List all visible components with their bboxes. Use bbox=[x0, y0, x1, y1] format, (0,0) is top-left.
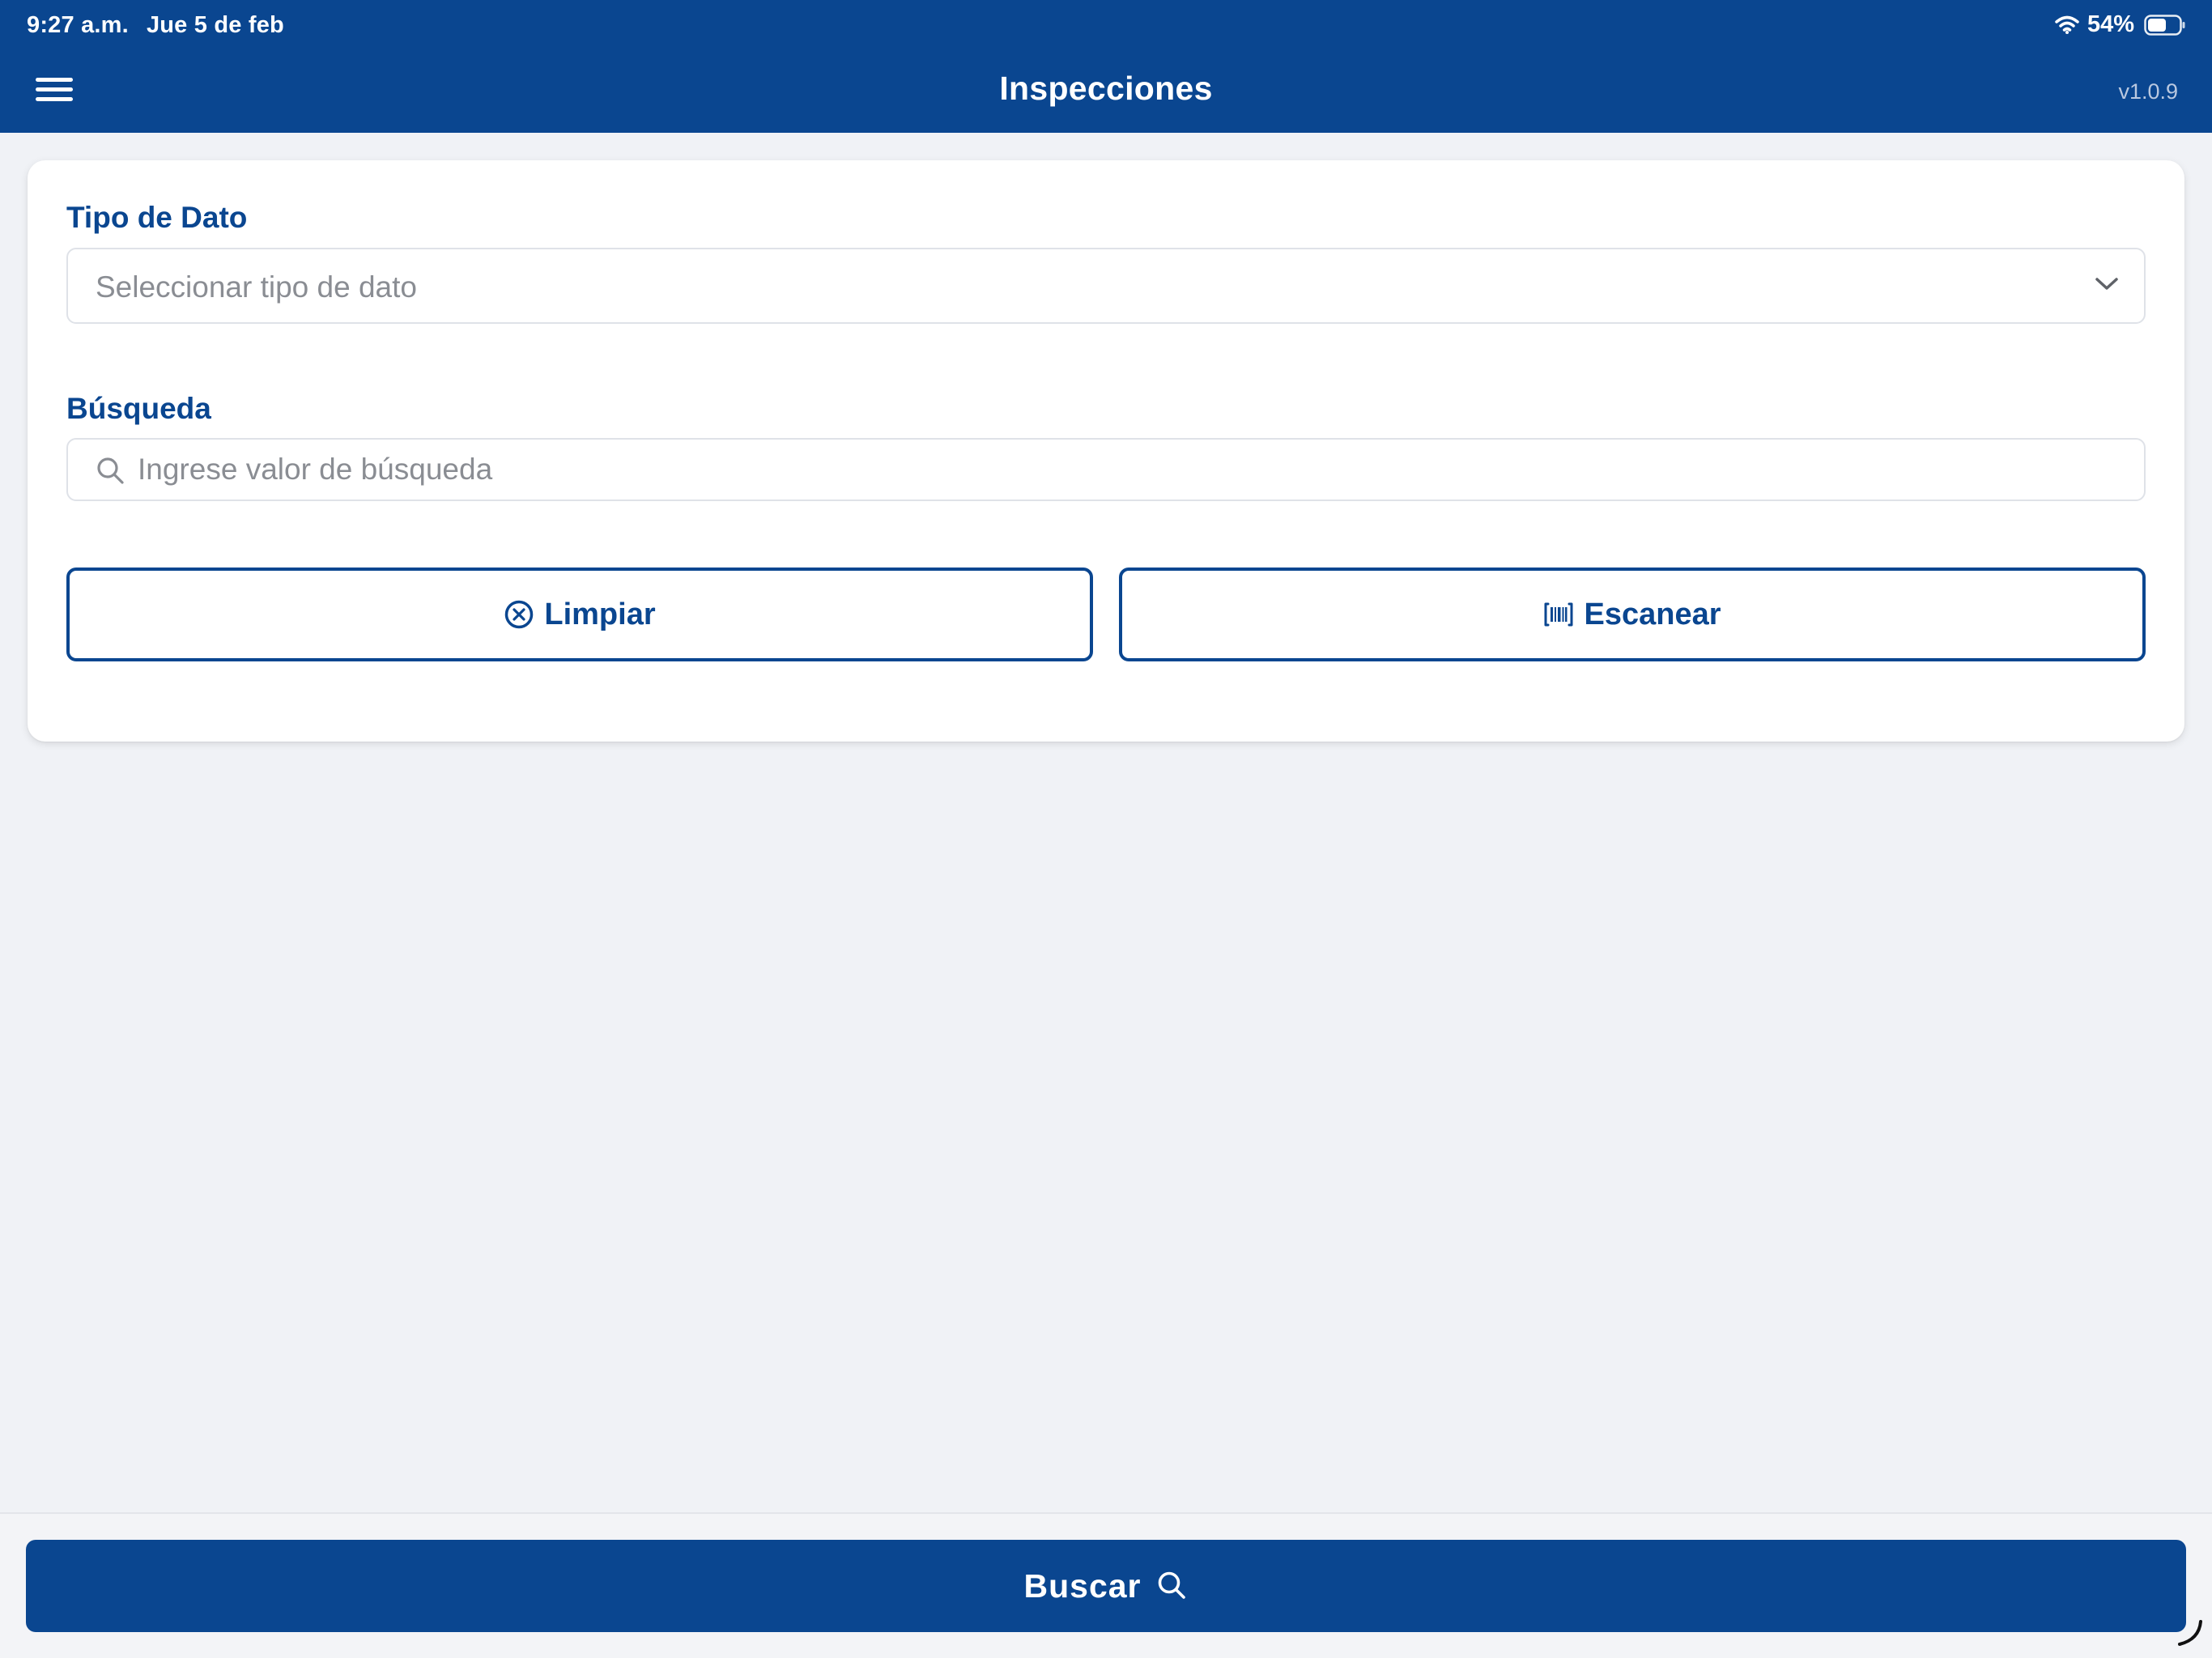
status-bar-time: 9:27 a.m. Jue 5 de feb bbox=[27, 12, 284, 39]
search-submit-button[interactable]: Buscar bbox=[26, 1540, 2186, 1632]
status-date: Jue 5 de feb bbox=[146, 12, 284, 38]
data-type-select[interactable]: Seleccionar tipo de dato bbox=[66, 248, 2146, 324]
battery-icon bbox=[2144, 14, 2186, 36]
clear-button[interactable]: Limpiar bbox=[66, 568, 1093, 661]
data-type-placeholder: Seleccionar tipo de dato bbox=[96, 270, 417, 304]
search-input[interactable] bbox=[138, 446, 2113, 493]
search-submit-label: Buscar bbox=[1023, 1567, 1142, 1605]
scan-button[interactable]: Escanear bbox=[1119, 568, 2146, 661]
status-time: 9:27 a.m. bbox=[27, 12, 129, 38]
wifi-icon bbox=[2055, 15, 2079, 35]
search-filter-card: Tipo de Dato Seleccionar tipo de dato Bú… bbox=[28, 160, 2184, 742]
clear-button-label: Limpiar bbox=[544, 597, 656, 631]
scan-button-label: Escanear bbox=[1584, 597, 1721, 631]
barcode-scan-icon bbox=[1544, 602, 1573, 627]
data-type-label: Tipo de Dato bbox=[66, 201, 248, 234]
search-icon bbox=[96, 456, 126, 491]
status-bar-indicators: 54% bbox=[2055, 11, 2186, 38]
app-version: v1.0.9 bbox=[2118, 79, 2178, 104]
clear-circle-icon bbox=[505, 600, 534, 629]
search-icon bbox=[1158, 1571, 1185, 1599]
bottom-action-bar: Buscar bbox=[0, 1512, 2212, 1658]
search-label: Búsqueda bbox=[66, 392, 211, 425]
resize-handle-icon bbox=[2173, 1617, 2206, 1653]
page-title: Inspecciones bbox=[999, 70, 1213, 107]
app-header: 9:27 a.m. Jue 5 de feb 54% Inspecciones … bbox=[0, 0, 2212, 133]
chevron-down-icon bbox=[2094, 275, 2120, 297]
search-field[interactable] bbox=[66, 438, 2146, 501]
battery-percentage: 54% bbox=[2087, 11, 2134, 37]
